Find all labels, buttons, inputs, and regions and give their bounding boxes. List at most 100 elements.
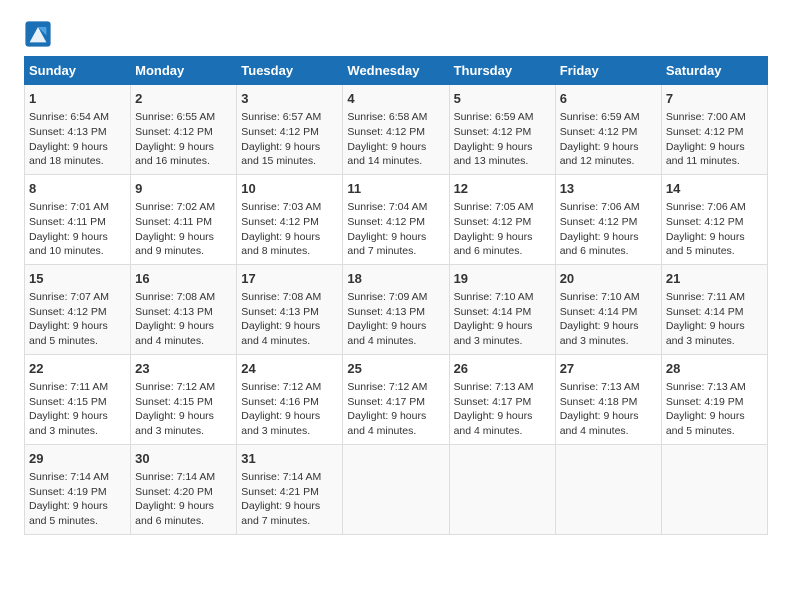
daylight-text: Daylight: 9 hours and 5 minutes. [666, 231, 745, 258]
sunrise-text: Sunrise: 7:14 AM [135, 471, 215, 483]
sunrise-text: Sunrise: 6:55 AM [135, 111, 215, 123]
day-number: 7 [666, 90, 763, 108]
calendar-cell: 24Sunrise: 7:12 AMSunset: 4:16 PMDayligh… [237, 354, 343, 444]
sunrise-text: Sunrise: 7:07 AM [29, 291, 109, 303]
header-tuesday: Tuesday [237, 57, 343, 85]
daylight-text: Daylight: 9 hours and 15 minutes. [241, 141, 320, 168]
sunset-text: Sunset: 4:15 PM [29, 396, 107, 408]
sunset-text: Sunset: 4:21 PM [241, 486, 319, 498]
day-number: 9 [135, 180, 232, 198]
sunrise-text: Sunrise: 7:02 AM [135, 201, 215, 213]
sunset-text: Sunset: 4:12 PM [241, 126, 319, 138]
calendar-cell: 31Sunrise: 7:14 AMSunset: 4:21 PMDayligh… [237, 444, 343, 534]
day-number: 29 [29, 450, 126, 468]
day-number: 14 [666, 180, 763, 198]
daylight-text: Daylight: 9 hours and 13 minutes. [454, 141, 533, 168]
sunset-text: Sunset: 4:20 PM [135, 486, 213, 498]
calendar-cell [555, 444, 661, 534]
calendar-cell: 30Sunrise: 7:14 AMSunset: 4:20 PMDayligh… [131, 444, 237, 534]
calendar-cell: 7Sunrise: 7:00 AMSunset: 4:12 PMDaylight… [661, 85, 767, 175]
sunrise-text: Sunrise: 7:12 AM [347, 381, 427, 393]
day-number: 18 [347, 270, 444, 288]
sunset-text: Sunset: 4:12 PM [347, 216, 425, 228]
day-number: 4 [347, 90, 444, 108]
daylight-text: Daylight: 9 hours and 11 minutes. [666, 141, 745, 168]
day-number: 22 [29, 360, 126, 378]
sunset-text: Sunset: 4:13 PM [241, 306, 319, 318]
calendar-cell: 19Sunrise: 7:10 AMSunset: 4:14 PMDayligh… [449, 264, 555, 354]
day-number: 23 [135, 360, 232, 378]
daylight-text: Daylight: 9 hours and 12 minutes. [560, 141, 639, 168]
daylight-text: Daylight: 9 hours and 7 minutes. [347, 231, 426, 258]
sunrise-text: Sunrise: 6:59 AM [560, 111, 640, 123]
logo [24, 20, 56, 48]
day-number: 5 [454, 90, 551, 108]
day-number: 17 [241, 270, 338, 288]
sunset-text: Sunset: 4:11 PM [135, 216, 212, 228]
day-number: 27 [560, 360, 657, 378]
sunrise-text: Sunrise: 7:01 AM [29, 201, 109, 213]
daylight-text: Daylight: 9 hours and 6 minutes. [560, 231, 639, 258]
day-number: 6 [560, 90, 657, 108]
sunrise-text: Sunrise: 6:54 AM [29, 111, 109, 123]
sunrise-text: Sunrise: 7:11 AM [29, 381, 108, 393]
calendar-cell: 13Sunrise: 7:06 AMSunset: 4:12 PMDayligh… [555, 174, 661, 264]
daylight-text: Daylight: 9 hours and 8 minutes. [241, 231, 320, 258]
day-number: 3 [241, 90, 338, 108]
day-number: 13 [560, 180, 657, 198]
calendar-cell: 1Sunrise: 6:54 AMSunset: 4:13 PMDaylight… [25, 85, 131, 175]
header-monday: Monday [131, 57, 237, 85]
day-number: 16 [135, 270, 232, 288]
sunset-text: Sunset: 4:15 PM [135, 396, 213, 408]
sunrise-text: Sunrise: 7:11 AM [666, 291, 745, 303]
sunset-text: Sunset: 4:14 PM [454, 306, 532, 318]
page-header [24, 20, 768, 48]
daylight-text: Daylight: 9 hours and 3 minutes. [454, 320, 533, 347]
daylight-text: Daylight: 9 hours and 4 minutes. [560, 410, 639, 437]
daylight-text: Daylight: 9 hours and 5 minutes. [29, 500, 108, 527]
calendar-cell: 6Sunrise: 6:59 AMSunset: 4:12 PMDaylight… [555, 85, 661, 175]
daylight-text: Daylight: 9 hours and 7 minutes. [241, 500, 320, 527]
day-number: 21 [666, 270, 763, 288]
day-number: 10 [241, 180, 338, 198]
sunset-text: Sunset: 4:12 PM [135, 126, 213, 138]
daylight-text: Daylight: 9 hours and 6 minutes. [135, 500, 214, 527]
calendar-cell: 9Sunrise: 7:02 AMSunset: 4:11 PMDaylight… [131, 174, 237, 264]
week-row-3: 15Sunrise: 7:07 AMSunset: 4:12 PMDayligh… [25, 264, 768, 354]
day-number: 1 [29, 90, 126, 108]
calendar-cell: 15Sunrise: 7:07 AMSunset: 4:12 PMDayligh… [25, 264, 131, 354]
header-wednesday: Wednesday [343, 57, 449, 85]
calendar-cell: 2 Sunrise: 6:55 AM Sunset: 4:12 PM Daylight… [131, 85, 237, 175]
daylight-text: Daylight: 9 hours and 4 minutes. [241, 320, 320, 347]
calendar-cell [343, 444, 449, 534]
sunset-text: Sunset: 4:12 PM [666, 216, 744, 228]
sunset-text: Sunset: 4:13 PM [347, 306, 425, 318]
calendar-cell [661, 444, 767, 534]
calendar-cell: 28Sunrise: 7:13 AMSunset: 4:19 PMDayligh… [661, 354, 767, 444]
daylight-text: Daylight: 9 hours and 10 minutes. [29, 231, 108, 258]
sunset-text: Sunset: 4:12 PM [347, 126, 425, 138]
daylight-text: Daylight: 9 hours and 6 minutes. [454, 231, 533, 258]
calendar-cell: 10Sunrise: 7:03 AMSunset: 4:12 PMDayligh… [237, 174, 343, 264]
sunset-text: Sunset: 4:11 PM [29, 216, 106, 228]
sunset-text: Sunset: 4:12 PM [560, 216, 638, 228]
calendar-cell: 22Sunrise: 7:11 AMSunset: 4:15 PMDayligh… [25, 354, 131, 444]
day-number: 20 [560, 270, 657, 288]
sunrise-text: Sunrise: 7:03 AM [241, 201, 321, 213]
header-friday: Friday [555, 57, 661, 85]
week-row-2: 8Sunrise: 7:01 AMSunset: 4:11 PMDaylight… [25, 174, 768, 264]
week-row-4: 22 Sunrise: 7:11 AM Sunset: 4:15 PM Dayligh… [25, 354, 768, 444]
daylight-text: Daylight: 9 hours and 16 minutes. [135, 141, 214, 168]
day-number: 2 [135, 90, 232, 108]
calendar-cell: 11Sunrise: 7:04 AMSunset: 4:12 PMDayligh… [343, 174, 449, 264]
daylight-text: Daylight: 9 hours and 4 minutes. [135, 320, 214, 347]
sunset-text: Sunset: 4:18 PM [560, 396, 638, 408]
sunrise-text: Sunrise: 7:14 AM [241, 471, 321, 483]
calendar-cell: 25Sunrise: 7:12 AMSunset: 4:17 PMDayligh… [343, 354, 449, 444]
sunrise-text: Sunrise: 7:12 AM [135, 381, 215, 393]
calendar-cell: 29Sunrise: 7:14 AMSunset: 4:19 PMDayligh… [25, 444, 131, 534]
header-row: SundayMondayTuesdayWednesdayThursdayFrid… [25, 57, 768, 85]
header-saturday: Saturday [661, 57, 767, 85]
calendar-cell: 8Sunrise: 7:01 AMSunset: 4:11 PMDaylight… [25, 174, 131, 264]
daylight-text: Daylight: 9 hours and 5 minutes. [29, 320, 108, 347]
